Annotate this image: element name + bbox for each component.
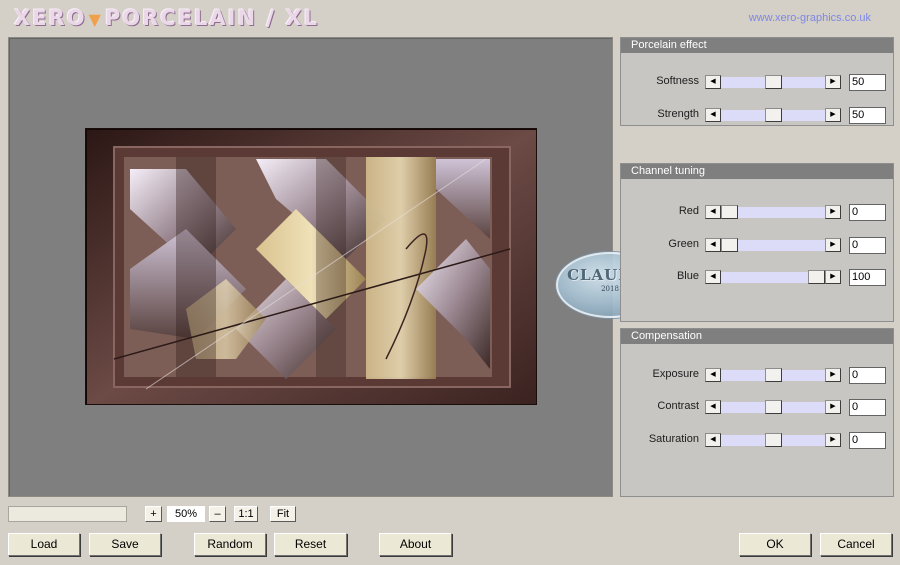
exposure-label: Exposure <box>652 368 699 380</box>
triangle-left-icon[interactable]: ◀ <box>705 400 721 414</box>
panel-title: Compensation <box>621 329 893 344</box>
saturation-label: Saturation <box>648 433 699 445</box>
softness-label: Softness <box>656 75 699 87</box>
triangle-right-icon[interactable]: ▶ <box>825 75 841 89</box>
triangle-left-icon[interactable]: ◀ <box>705 433 721 447</box>
cancel-button[interactable]: Cancel <box>820 533 892 556</box>
green-slider[interactable]: ◀ ▶ <box>705 238 841 252</box>
logo-triangle-icon: ▼ <box>88 10 103 29</box>
triangle-right-icon[interactable]: ▶ <box>825 368 841 382</box>
save-button[interactable]: Save <box>89 533 161 556</box>
ok-button[interactable]: OK <box>739 533 811 556</box>
strength-slider[interactable]: ◀ ▶ <box>705 108 841 122</box>
red-input[interactable]: 0 <box>849 204 886 221</box>
red-label: Red <box>678 205 699 217</box>
softness-input[interactable]: 50 <box>849 74 886 91</box>
slider-thumb[interactable] <box>765 400 782 414</box>
strength-row: Strength ◀ ▶ 50 <box>621 107 893 124</box>
triangle-right-icon[interactable]: ▶ <box>825 433 841 447</box>
saturation-slider[interactable]: ◀ ▶ <box>705 433 841 447</box>
triangle-left-icon[interactable]: ◀ <box>705 270 721 284</box>
softness-slider[interactable]: ◀ ▶ <box>705 75 841 89</box>
red-row: Red ◀ ▶ 0 <box>621 204 893 221</box>
zoom-in-button[interactable]: + <box>145 506 162 522</box>
triangle-left-icon[interactable]: ◀ <box>705 108 721 122</box>
triangle-left-icon[interactable]: ◀ <box>705 205 721 219</box>
title-bar: XERO ▼PORCELAIN / XL www.xero-graphics.co… <box>0 0 900 34</box>
reset-button[interactable]: Reset <box>274 533 347 556</box>
triangle-left-icon[interactable]: ◀ <box>705 238 721 252</box>
contrast-row: Contrast ◀ ▶ 0 <box>621 399 893 416</box>
strength-input[interactable]: 50 <box>849 107 886 124</box>
about-button[interactable]: About <box>379 533 452 556</box>
blue-slider[interactable]: ◀ ▶ <box>705 270 841 284</box>
zoom-out-button[interactable]: – <box>209 506 226 522</box>
saturation-row: Saturation ◀ ▶ 0 <box>621 432 893 449</box>
compensation-panel: Compensation Exposure ◀ ▶ 0 Contrast ◀ ▶… <box>620 328 894 497</box>
triangle-right-icon[interactable]: ▶ <box>825 205 841 219</box>
zoom-level: 50% <box>166 505 206 523</box>
website-link[interactable]: www.xero-graphics.co.uk <box>749 12 871 24</box>
triangle-left-icon[interactable]: ◀ <box>705 368 721 382</box>
blue-row: Blue ◀ ▶ 100 <box>621 269 893 286</box>
softness-row: Softness ◀ ▶ 50 <box>621 74 893 91</box>
red-slider[interactable]: ◀ ▶ <box>705 205 841 219</box>
green-row: Green ◀ ▶ 0 <box>621 237 893 254</box>
slider-thumb[interactable] <box>808 270 825 284</box>
slider-thumb[interactable] <box>765 433 782 447</box>
logo-text-xl: / XL <box>266 6 319 30</box>
slider-thumb[interactable] <box>765 368 782 382</box>
triangle-right-icon[interactable]: ▶ <box>825 108 841 122</box>
channel-tuning-panel: Channel tuning Red ◀ ▶ 0 Green ◀ ▶ 0 Blu… <box>620 163 894 322</box>
exposure-row: Exposure ◀ ▶ 0 <box>621 367 893 384</box>
triangle-right-icon[interactable]: ▶ <box>825 400 841 414</box>
zoom-actual-size-button[interactable]: 1:1 <box>234 506 258 522</box>
slider-thumb[interactable] <box>721 205 738 219</box>
green-input[interactable]: 0 <box>849 237 886 254</box>
contrast-label: Contrast <box>657 400 699 412</box>
panel-title: Channel tuning <box>621 164 893 179</box>
panel-title: Porcelain effect <box>621 38 893 53</box>
blue-input[interactable]: 100 <box>849 269 886 286</box>
blue-label: Blue <box>676 270 699 282</box>
exposure-slider[interactable]: ◀ ▶ <box>705 368 841 382</box>
slider-thumb[interactable] <box>765 75 782 89</box>
contrast-input[interactable]: 0 <box>849 399 886 416</box>
logo-text-xero: XERO <box>14 6 87 30</box>
porcelain-effect-panel: Porcelain effect Softness ◀ ▶ 50 Strengt… <box>620 37 894 126</box>
contrast-slider[interactable]: ◀ ▶ <box>705 400 841 414</box>
random-button[interactable]: Random <box>194 533 266 556</box>
zoom-fit-button[interactable]: Fit <box>270 506 296 522</box>
green-label: Green <box>668 238 699 250</box>
preview-area[interactable] <box>8 37 613 497</box>
strength-label: Strength <box>657 108 699 120</box>
triangle-left-icon[interactable]: ◀ <box>705 75 721 89</box>
preview-image <box>85 128 537 405</box>
exposure-input[interactable]: 0 <box>849 367 886 384</box>
load-button[interactable]: Load <box>8 533 80 556</box>
triangle-right-icon[interactable]: ▶ <box>825 238 841 252</box>
plugin-logo: XERO ▼PORCELAIN / XL <box>14 6 319 30</box>
triangle-right-icon[interactable]: ▶ <box>825 270 841 284</box>
slider-thumb[interactable] <box>765 108 782 122</box>
logo-text-porcelain: PORCELAIN <box>104 6 258 30</box>
slider-thumb[interactable] <box>721 238 738 252</box>
saturation-input[interactable]: 0 <box>849 432 886 449</box>
progress-bar <box>8 506 127 522</box>
